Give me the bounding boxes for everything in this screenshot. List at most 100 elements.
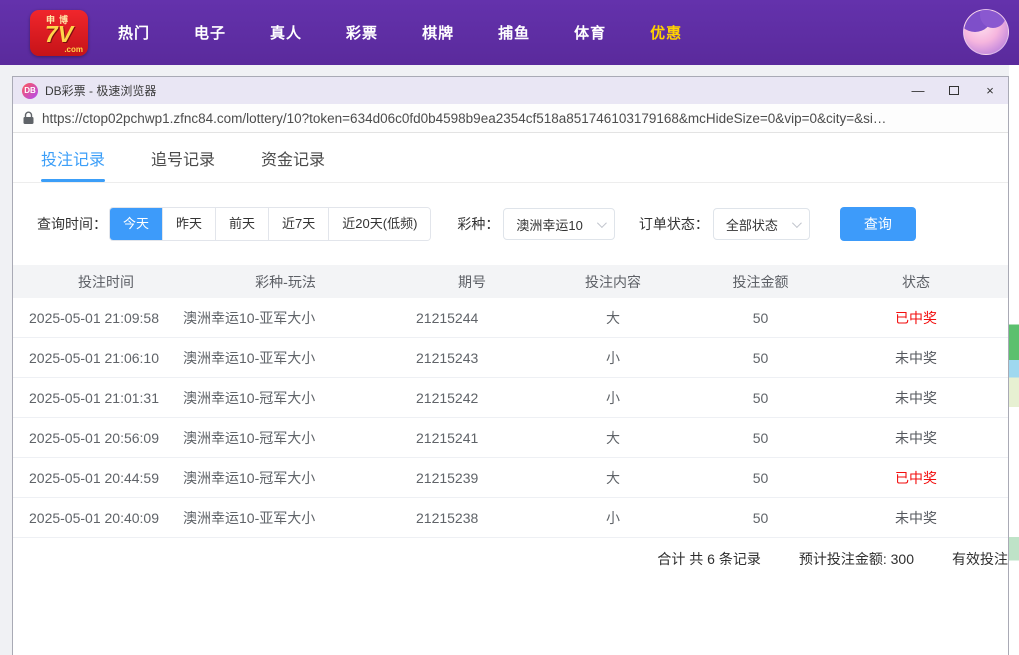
table-header-row: 投注时间 彩种-玩法 期号 投注内容 投注金额 状态 <box>13 265 1008 298</box>
game-play: 澳洲幸运10-亚军大小 <box>183 309 316 326</box>
bet-amount: 50 <box>752 349 769 366</box>
nav-item-electronic[interactable]: 电子 <box>194 22 226 43</box>
tab-chase-records[interactable]: 追号记录 <box>151 133 215 182</box>
time-option-yesterday[interactable]: 昨天 <box>162 208 216 240</box>
bet-time: 2025-05-01 20:40:09 <box>29 509 159 526</box>
maximize-icon <box>949 86 959 95</box>
status-badge: 已中奖 <box>895 309 937 326</box>
issue-number: 21215242 <box>416 389 479 406</box>
bet-content: 小 <box>606 349 620 366</box>
nav-item-sports[interactable]: 体育 <box>574 22 606 43</box>
time-option-20days[interactable]: 近20天(低频) <box>328 208 431 240</box>
table-row: 2025-05-01 20:56:09 澳洲幸运10-冠军大小 21215241… <box>13 418 1008 458</box>
status-badge: 未中奖 <box>895 389 937 406</box>
order-status-label: 订单状态： <box>638 216 709 232</box>
summary-expected-amount: 预计投注金额: 300 <box>798 551 914 567</box>
bet-time: 2025-05-01 20:44:59 <box>29 469 159 486</box>
brand-logo-bottom-text: .com <box>64 44 83 54</box>
address-bar[interactable]: https://ctop02pchwp1.zfnc84.com/lottery/… <box>13 104 1008 133</box>
bet-amount: 50 <box>752 429 769 446</box>
order-status-value: 全部状态 <box>725 217 778 233</box>
bet-content: 大 <box>606 469 620 486</box>
header-bet-content: 投注内容 <box>585 273 641 290</box>
header-bet-amount: 投注金额 <box>732 273 789 290</box>
table-row: 2025-05-01 21:06:10 澳洲幸运10-亚军大小 21215243… <box>13 338 1008 378</box>
game-play: 澳洲幸运10-冠军大小 <box>183 429 316 446</box>
window-titlebar: DB DB彩票 - 极速浏览器 — × <box>13 77 1008 104</box>
tab-fund-records[interactable]: 资金记录 <box>261 133 325 182</box>
bet-content: 大 <box>606 309 620 326</box>
maximize-button[interactable] <box>936 77 972 104</box>
time-option-today[interactable]: 今天 <box>110 208 163 240</box>
bet-amount: 50 <box>752 509 769 526</box>
status-badge: 未中奖 <box>895 349 937 366</box>
bet-time: 2025-05-01 21:09:58 <box>29 309 159 326</box>
summary-bar: 合计 共 6 条记录 预计投注金额: 300 有效投注金 <box>13 538 1008 580</box>
lottery-type-select[interactable]: 澳洲幸运10 <box>503 208 615 240</box>
nav-item-lottery[interactable]: 彩票 <box>346 22 378 43</box>
status-badge: 未中奖 <box>895 509 937 526</box>
nav-item-live[interactable]: 真人 <box>270 22 302 43</box>
table-row: 2025-05-01 21:01:31 澳洲幸运10-冠军大小 21215242… <box>13 378 1008 418</box>
lottery-type-label: 彩种： <box>457 216 500 232</box>
chevron-down-icon <box>791 217 802 228</box>
bet-content: 大 <box>606 429 620 446</box>
order-status-select[interactable]: 全部状态 <box>712 208 810 240</box>
nav-item-fishing[interactable]: 捕鱼 <box>498 22 530 43</box>
game-play: 澳洲幸运10-亚军大小 <box>183 349 316 366</box>
status-badge: 已中奖 <box>895 469 937 486</box>
page-content: 投注记录 追号记录 资金记录 查询时间： 今天 昨天 前天 近7天 近20天(低… <box>13 133 1008 655</box>
main-nav: 热门 电子 真人 彩票 棋牌 捕鱼 体育 优惠 <box>118 22 682 43</box>
header-bet-time: 投注时间 <box>78 273 134 290</box>
bet-records-table: 投注时间 彩种-玩法 期号 投注内容 投注金额 状态 2025-05-01 21… <box>13 265 1008 538</box>
record-tabs: 投注记录 追号记录 资金记录 <box>13 133 1008 183</box>
game-play: 澳洲幸运10-冠军大小 <box>183 469 316 486</box>
site-favicon-icon: DB <box>22 82 38 99</box>
window-title: DB彩票 - 极速浏览器 <box>45 84 157 98</box>
time-option-7days[interactable]: 近7天 <box>268 208 329 240</box>
minimize-button[interactable]: — <box>900 77 936 104</box>
chevron-down-icon <box>596 217 607 228</box>
filter-bar: 查询时间： 今天 昨天 前天 近7天 近20天(低频) 彩种： 澳洲幸运10 订… <box>37 207 1008 241</box>
bet-time: 2025-05-01 21:06:10 <box>29 349 159 366</box>
top-nav-bar: 申博 7V .com 热门 电子 真人 彩票 棋牌 捕鱼 体育 优惠 <box>0 0 1019 65</box>
table-row: 2025-05-01 20:40:09 澳洲幸运10-亚军大小 21215238… <box>13 498 1008 538</box>
table-row: 2025-05-01 21:09:58 澳洲幸运10-亚军大小 21215244… <box>13 298 1008 338</box>
bet-amount: 50 <box>752 309 769 326</box>
summary-valid-amount: 有效投注金 <box>952 551 1008 567</box>
header-status: 状态 <box>902 273 930 290</box>
bet-time: 2025-05-01 21:01:31 <box>29 389 159 406</box>
header-issue: 期号 <box>458 273 486 290</box>
table-row: 2025-05-01 20:44:59 澳洲幸运10-冠军大小 21215239… <box>13 458 1008 498</box>
nav-item-promo[interactable]: 优惠 <box>650 22 682 43</box>
bet-time: 2025-05-01 20:56:09 <box>29 429 159 446</box>
background-page-edge <box>1009 65 1019 655</box>
brand-logo[interactable]: 申博 7V .com <box>30 9 88 56</box>
bet-amount: 50 <box>752 389 769 406</box>
issue-number: 21215241 <box>416 429 479 446</box>
query-time-label: 查询时间： <box>37 216 107 232</box>
bet-amount: 50 <box>752 469 769 486</box>
header-game-play: 彩种-玩法 <box>255 273 316 290</box>
game-play: 澳洲幸运10-亚军大小 <box>183 509 316 526</box>
lottery-type-value: 澳洲幸运10 <box>516 217 583 233</box>
game-play: 澳洲幸运10-冠军大小 <box>183 389 316 406</box>
nav-item-hot[interactable]: 热门 <box>118 22 150 43</box>
close-button[interactable]: × <box>972 77 1008 104</box>
issue-number: 21215243 <box>416 349 479 366</box>
issue-number: 21215238 <box>416 509 479 526</box>
issue-number: 21215244 <box>416 309 479 326</box>
tab-bet-records[interactable]: 投注记录 <box>41 133 106 182</box>
user-avatar[interactable] <box>963 9 1009 55</box>
browser-window: DB DB彩票 - 极速浏览器 — × https://ctop02pchwp1… <box>12 76 1009 655</box>
issue-number: 21215239 <box>416 469 479 486</box>
search-button[interactable]: 查询 <box>839 207 916 241</box>
bet-content: 小 <box>606 389 620 406</box>
summary-total-records: 合计 共 6 条记录 <box>657 551 761 567</box>
lock-icon <box>23 111 34 125</box>
url-text: https://ctop02pchwp1.zfnc84.com/lottery/… <box>42 110 887 126</box>
nav-item-chess[interactable]: 棋牌 <box>422 22 454 43</box>
time-range-group: 今天 昨天 前天 近7天 近20天(低频) <box>109 207 432 241</box>
status-badge: 未中奖 <box>895 429 937 446</box>
time-option-day-before[interactable]: 前天 <box>215 208 269 240</box>
